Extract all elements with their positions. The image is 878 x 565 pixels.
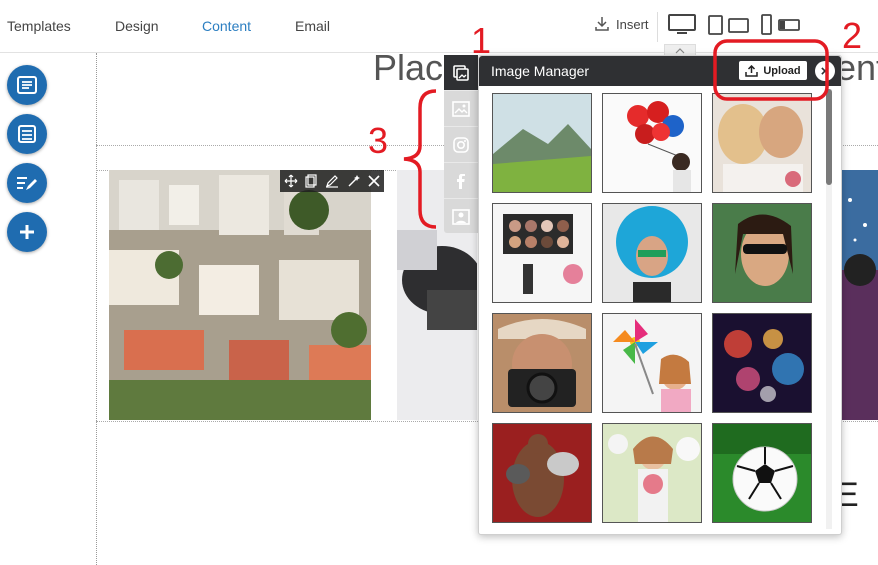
annotation-3: 3 <box>368 120 389 161</box>
layout-button[interactable] <box>7 65 47 105</box>
thumbnail-makeup-palette[interactable] <box>492 203 592 303</box>
image-icon <box>452 100 470 117</box>
portrait-icon <box>452 208 470 225</box>
annotation-highlight-box <box>713 39 829 101</box>
magic-wand-icon[interactable] <box>347 174 361 188</box>
insert-button[interactable]: Insert <box>594 16 649 32</box>
tab-templates[interactable]: Templates <box>7 18 71 34</box>
blocks-icon <box>18 125 36 143</box>
image-manager-panel: Image Manager Upload × <box>478 55 842 535</box>
move-icon[interactable] <box>284 174 298 188</box>
blocks-button[interactable] <box>7 114 47 154</box>
facebook-icon <box>457 173 465 189</box>
divider <box>657 12 658 42</box>
annotation-2: 2 <box>842 15 863 56</box>
copy-icon[interactable] <box>305 174 317 188</box>
image-block-toolbar <box>280 170 384 192</box>
tab-content[interactable]: Content <box>202 18 251 34</box>
thumbnail-woman-camera[interactable] <box>492 313 592 413</box>
tab-instagram[interactable] <box>444 127 478 163</box>
desktop-view-icon[interactable] <box>668 14 696 36</box>
image-source-tabs <box>444 55 478 233</box>
tab-email[interactable]: Email <box>295 18 330 34</box>
tab-images[interactable] <box>444 91 478 127</box>
close-icon[interactable] <box>368 175 380 187</box>
plus-icon <box>20 225 34 239</box>
add-block-button[interactable] <box>7 212 47 252</box>
tablet-view-icon[interactable] <box>708 14 750 36</box>
thumbnail-flower-woman[interactable] <box>602 423 702 523</box>
snow-photo[interactable] <box>840 170 878 420</box>
placeholder-heading-left: Plac <box>373 47 444 88</box>
annotation-bracket <box>403 89 437 229</box>
mobile-view-icon[interactable] <box>760 14 802 36</box>
left-action-dock <box>0 53 96 565</box>
thumbnail-mountain-valley[interactable] <box>492 93 592 193</box>
insert-label: Insert <box>616 16 649 32</box>
thumbnail-blue-afro-wig[interactable] <box>602 203 702 303</box>
thumbnail-bokeh-lights[interactable] <box>712 313 812 413</box>
tab-portrait[interactable] <box>444 199 478 234</box>
city-photo[interactable] <box>109 170 371 420</box>
edit-icon[interactable] <box>325 174 339 188</box>
thumbnail-wedding-couple[interactable] <box>712 93 812 193</box>
image-manager-title: Image Manager <box>491 63 590 79</box>
annotation-1: 1 <box>471 20 492 61</box>
tab-facebook[interactable] <box>444 163 478 199</box>
download-icon <box>595 17 609 31</box>
thumbnail-soccer-ball[interactable] <box>712 423 812 523</box>
thumbnail-red-balloons[interactable] <box>602 93 702 193</box>
edit-content-button[interactable] <box>7 163 47 203</box>
image-grid-scrollbar[interactable] <box>826 89 832 529</box>
tab-design[interactable]: Design <box>115 18 159 34</box>
thumbnail-woman-sunglasses[interactable] <box>712 203 812 303</box>
gallery-icon <box>453 64 469 81</box>
thumbnail-girl-pinwheel[interactable] <box>602 313 702 413</box>
thumbnail-boxer[interactable] <box>492 423 592 523</box>
instagram-icon <box>453 136 469 153</box>
edit-text-icon <box>17 177 37 190</box>
layout-icon <box>17 76 37 94</box>
